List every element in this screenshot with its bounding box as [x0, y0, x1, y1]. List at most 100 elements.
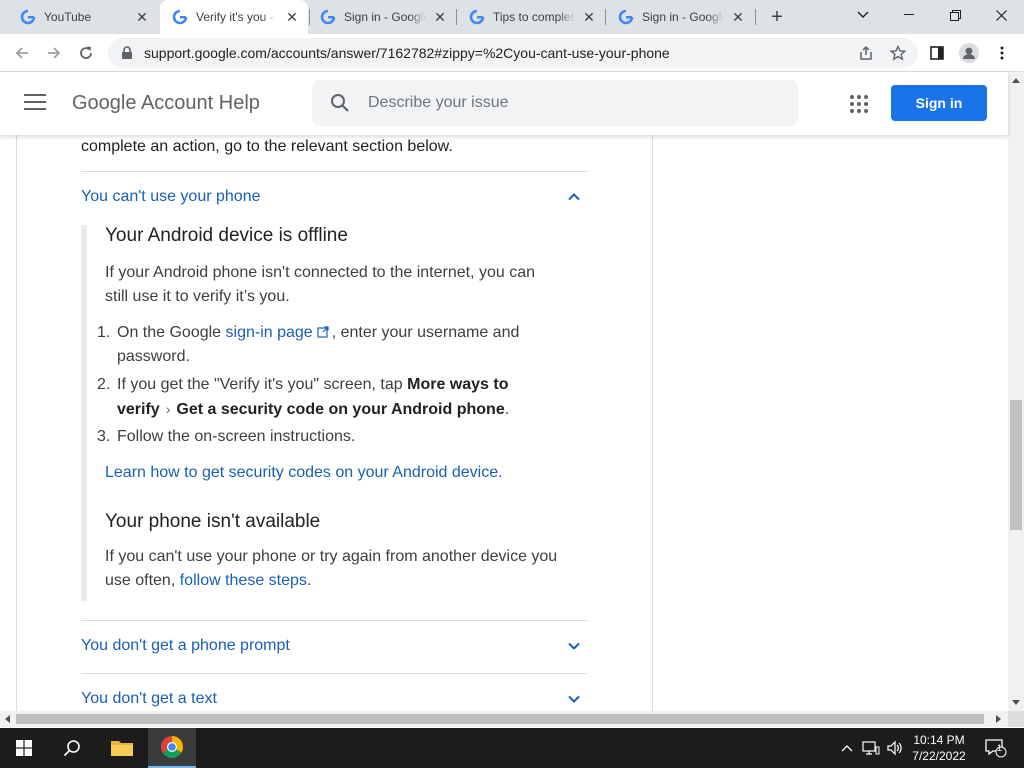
scrollbar-thumb[interactable]: [1010, 400, 1022, 530]
external-link-icon: [317, 326, 329, 338]
google-icon: [172, 9, 188, 25]
clock-time: 10:14 PM: [913, 733, 965, 747]
vertical-scrollbar[interactable]: [1008, 72, 1024, 712]
google-icon: [469, 9, 485, 25]
side-panel-icon: [930, 46, 944, 60]
close-window-button[interactable]: [978, 0, 1024, 30]
reload-button[interactable]: [74, 41, 98, 65]
intro-text: complete an action, go to the relevant s…: [81, 138, 453, 155]
chevron-down-icon: [568, 695, 580, 703]
section-heading: Your phone isn't available: [105, 511, 321, 532]
chrome-icon: [161, 736, 183, 758]
windows-taskbar: 10:14 PM 7/22/2022 1: [0, 728, 1024, 768]
system-clock[interactable]: 10:14 PM 7/22/2022: [904, 732, 974, 764]
arrow-right-icon: [48, 47, 61, 59]
tab-title: Sign in - Google: [344, 10, 426, 24]
paragraph-line: If you can't use your phone or try again…: [105, 548, 558, 565]
paragraph-line: still use it to verify it’s you.: [105, 288, 290, 305]
close-icon[interactable]: ✕: [432, 9, 448, 25]
chevron-down-icon: [568, 642, 580, 650]
browser-tab-strip: YouTube ✕ Verify it's you - ✕ Sign in - …: [0, 0, 1024, 34]
close-icon[interactable]: ✕: [134, 9, 150, 25]
accordion-title: You don't get a phone prompt: [81, 637, 290, 654]
search-input[interactable]: [368, 94, 768, 112]
bold-text: verify: [117, 401, 160, 418]
google-apps-icon[interactable]: [850, 95, 868, 113]
menu-button[interactable]: [991, 42, 1013, 64]
scrollbar-corner: [1008, 711, 1024, 727]
article-content: complete an action, go to the relevant s…: [0, 135, 1008, 711]
accordion-no-text[interactable]: You don't get a text: [81, 684, 587, 711]
page-title[interactable]: Google Account Help: [72, 92, 260, 115]
bold-text: More ways to: [407, 376, 509, 393]
profile-button[interactable]: [958, 42, 980, 64]
sign-in-page-link[interactable]: sign-in page: [226, 324, 313, 341]
tab-sign-in-google[interactable]: Sign in - Google ✕: [308, 0, 456, 34]
folder-icon: [111, 741, 133, 756]
help-center-header: Google Account Help Sign in: [0, 72, 1008, 135]
back-button[interactable]: [10, 41, 34, 65]
bookmark-button[interactable]: [887, 42, 909, 64]
chevron-up-icon: [568, 193, 580, 201]
accordion-no-phone-prompt[interactable]: You don't get a phone prompt: [81, 631, 587, 661]
notification-count: 1: [997, 743, 1003, 753]
divider: [81, 171, 587, 172]
tab-search-button[interactable]: [840, 0, 886, 30]
paragraph-line: If your Android phone isn't connected to…: [105, 264, 536, 281]
scroll-right-arrow-icon[interactable]: [996, 715, 1001, 723]
share-button[interactable]: [855, 42, 877, 64]
scroll-up-arrow-icon[interactable]: [1012, 78, 1020, 83]
chevron-down-icon: [857, 11, 869, 18]
reload-icon: [80, 46, 92, 59]
list-item: 1. On the Google sign-in page , enter you…: [97, 321, 577, 369]
follow-these-steps-link[interactable]: follow these steps: [180, 572, 307, 589]
close-icon[interactable]: ✕: [730, 9, 746, 25]
list-text: On the Google: [117, 324, 222, 341]
chrome-taskbar-button[interactable]: [148, 728, 196, 768]
google-icon: [320, 9, 336, 25]
scrollbar-thumb[interactable]: [16, 714, 984, 724]
scroll-down-arrow-icon[interactable]: [1012, 700, 1020, 705]
tab-youtube[interactable]: YouTube ✕: [8, 0, 158, 34]
restore-button[interactable]: [932, 0, 978, 30]
star-icon: [890, 45, 906, 61]
horizontal-scrollbar[interactable]: [0, 711, 1008, 727]
share-icon: [860, 45, 872, 60]
paragraph-text: .: [498, 464, 503, 481]
accordion-you-cant-use-your-phone[interactable]: You can't use your phone: [81, 182, 587, 212]
arrow-left-icon: [15, 47, 28, 59]
list-text: , enter your username and: [331, 324, 520, 341]
google-icon: [20, 9, 36, 25]
browser-toolbar: support.google.com/accounts/answer/71627…: [0, 34, 1024, 72]
side-panel-button[interactable]: [926, 42, 948, 64]
tab-tips-to-complete[interactable]: Tips to complete ✕: [457, 0, 605, 34]
scroll-left-arrow-icon[interactable]: [5, 715, 10, 723]
close-icon[interactable]: ✕: [284, 9, 300, 25]
volume-button[interactable]: [884, 728, 906, 768]
new-tab-button[interactable]: +: [766, 6, 788, 28]
tab-sign-in-google-2[interactable]: Sign in - Google ✕: [606, 0, 754, 34]
action-center-button[interactable]: 1: [978, 728, 1014, 768]
minimize-button[interactable]: [886, 0, 932, 30]
file-explorer-button[interactable]: [98, 728, 146, 768]
learn-security-codes-link[interactable]: Learn how to get security codes on your …: [105, 464, 498, 481]
start-button[interactable]: [0, 728, 48, 768]
network-button[interactable]: [860, 728, 882, 768]
close-icon[interactable]: ✕: [581, 9, 597, 25]
list-text: .: [504, 401, 510, 418]
paragraph-text: .: [306, 572, 312, 589]
google-icon: [618, 9, 634, 25]
search-box[interactable]: [312, 80, 798, 126]
network-icon: [862, 741, 880, 755]
accordion-title: You don't get a text: [81, 690, 217, 707]
tab-verify-its-you[interactable]: Verify it's you - ✕: [160, 0, 308, 34]
address-bar[interactable]: support.google.com/accounts/answer/71627…: [108, 38, 918, 68]
show-hidden-icons-button[interactable]: [838, 728, 856, 768]
chevron-up-icon: [841, 745, 853, 752]
search-button[interactable]: [48, 728, 96, 768]
sign-in-button[interactable]: Sign in: [891, 85, 987, 121]
tab-title: Sign in - Google: [642, 10, 724, 24]
hamburger-menu-icon[interactable]: [24, 94, 46, 112]
forward-button[interactable]: [42, 41, 66, 65]
list-item: 2. If you get the "Verify it's you" scre…: [97, 373, 577, 422]
